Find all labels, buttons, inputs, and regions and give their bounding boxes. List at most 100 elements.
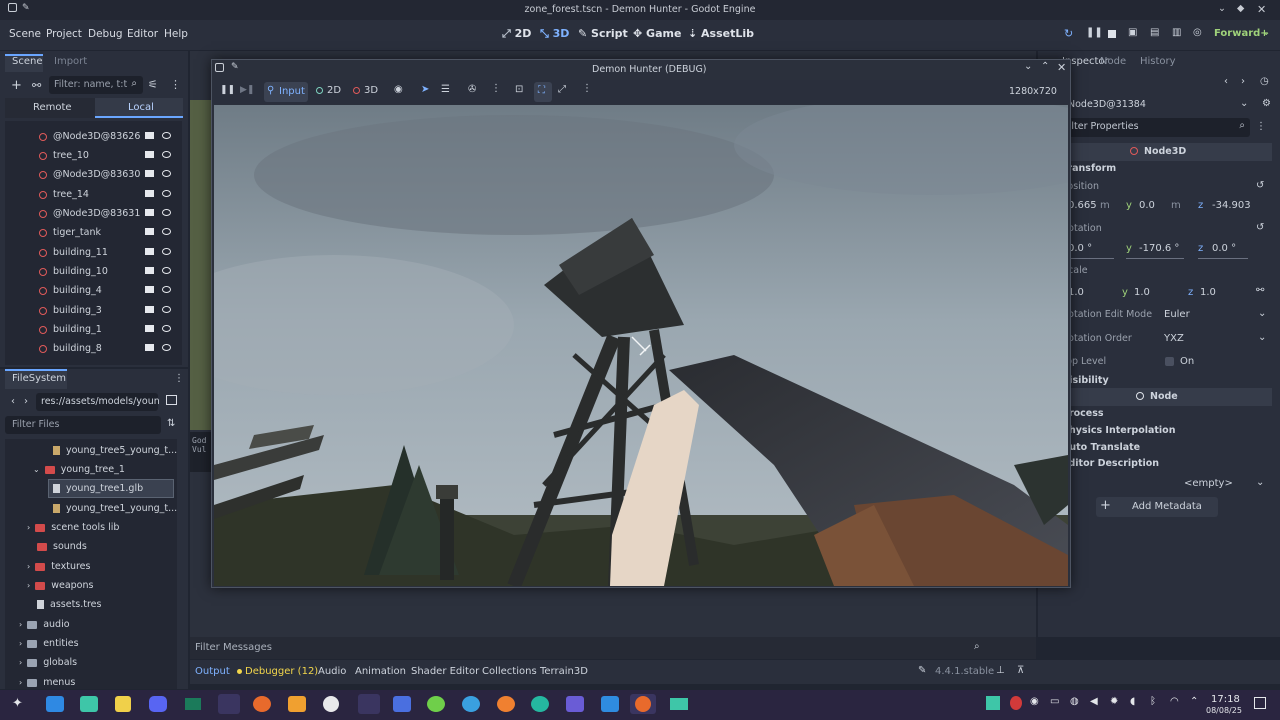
list-item[interactable]: ⌄ young_tree_1 <box>33 460 125 479</box>
tab-node[interactable]: Node <box>1100 56 1126 67</box>
show-desktop-icon[interactable] <box>1254 697 1266 709</box>
wifi-icon[interactable]: ◠ <box>1170 696 1179 707</box>
kebab-icon[interactable]: ⋮ <box>174 373 184 384</box>
visibility-icon[interactable]: ◉ <box>394 84 403 95</box>
revert-icon[interactable]: ↺ <box>1256 222 1264 233</box>
history-icon[interactable]: ◷ <box>1260 76 1269 87</box>
expand-icon[interactable]: ⌃ <box>1041 61 1049 72</box>
chevron-down-icon[interactable]: ⌄ <box>1240 98 1248 109</box>
list-item[interactable]: › scene tools lib <box>27 518 119 537</box>
editor-description-field[interactable]: <empty> ⌄ <box>1068 475 1268 493</box>
steam-tray-icon[interactable]: ◉ <box>1030 696 1039 707</box>
editor-icon[interactable] <box>288 696 306 712</box>
clapper-icon[interactable] <box>145 248 154 255</box>
tray-alert-icon[interactable] <box>1010 696 1022 710</box>
eye-icon[interactable] <box>162 209 171 216</box>
add-node-icon[interactable]: + <box>11 78 22 93</box>
physics-interpolation-section[interactable]: Physics Interpolation <box>1062 425 1175 436</box>
list-item[interactable]: › weapons <box>27 576 93 595</box>
revert-icon[interactable]: ↺ <box>1256 180 1264 191</box>
blender-icon[interactable] <box>497 696 515 712</box>
list-item[interactable]: assets.tres <box>37 595 101 614</box>
eye-icon[interactable] <box>162 190 171 197</box>
obsidian-icon[interactable] <box>566 696 584 712</box>
firefox-icon[interactable] <box>253 696 271 712</box>
clock-date[interactable]: 08/08/25 <box>1206 706 1242 715</box>
eye-icon[interactable] <box>162 267 171 274</box>
telegram-icon[interactable] <box>462 696 480 712</box>
collapse-icon[interactable]: ⌄ <box>1024 61 1032 72</box>
eye-icon[interactable] <box>162 286 171 293</box>
scale-x-field[interactable]: 1.0 <box>1064 285 1114 303</box>
launcher-icon[interactable]: ✦ <box>12 696 23 711</box>
tab-import[interactable]: Import <box>54 56 87 67</box>
volume-icon[interactable]: ◀ <box>1090 696 1098 707</box>
tab-shader-editor[interactable]: Shader Editor <box>411 666 479 677</box>
eye-icon[interactable] <box>162 151 171 158</box>
list-item[interactable]: sounds <box>37 537 87 556</box>
menu-editor[interactable]: Editor <box>127 28 158 40</box>
workspace-game[interactable]: ✥ Game <box>633 27 681 40</box>
link-icon[interactable]: ⚯ <box>1256 285 1264 296</box>
qbittorrent-icon[interactable] <box>393 696 411 712</box>
tools-icon[interactable]: ⋮ <box>1256 121 1266 132</box>
collapse-icon[interactable]: ⌄ <box>1218 3 1226 14</box>
kebab-icon[interactable]: ⋮ <box>582 83 592 94</box>
clapper-icon[interactable] <box>145 132 154 139</box>
eye-icon[interactable] <box>162 325 171 332</box>
editor-description-section[interactable]: Editor Description <box>1062 458 1159 469</box>
list-item[interactable]: › globals <box>19 653 77 672</box>
chevron-up-icon[interactable]: ⌃ <box>1190 696 1198 707</box>
list-item[interactable]: › audio <box>19 615 70 634</box>
movie-icon[interactable]: ◎ <box>1193 27 1202 38</box>
mode-3d[interactable]: 3D <box>364 85 378 96</box>
vscode-icon[interactable] <box>601 696 619 712</box>
clapper-icon[interactable] <box>145 190 154 197</box>
scale-z-field[interactable]: z 1.0 <box>1188 285 1244 303</box>
link-icon[interactable]: ⚯ <box>32 79 41 92</box>
list-item[interactable]: young_tree5_young_t... <box>53 441 177 460</box>
bluetooth-icon[interactable]: ᛒ <box>1150 696 1156 707</box>
split-view-icon[interactable] <box>166 395 177 405</box>
rotation-order-select[interactable]: YXZ ⌄ <box>1160 330 1270 348</box>
keep-aspect-button[interactable]: ⛶ <box>534 82 552 102</box>
position-y-field[interactable]: y 0.0 m <box>1126 197 1184 215</box>
eye-icon[interactable] <box>162 248 171 255</box>
clapper-icon[interactable] <box>145 306 154 313</box>
tab-audio[interactable]: Audio <box>318 666 346 677</box>
clapper-icon[interactable] <box>145 170 154 177</box>
gear-green-icon[interactable] <box>427 696 445 712</box>
pause-icon[interactable]: ❚❚ <box>220 85 235 95</box>
scene-filter-input[interactable]: Filter: name, t:t ⌕ <box>49 76 143 94</box>
path-field[interactable]: res://assets/models/youn <box>36 393 160 411</box>
clapper-icon[interactable] <box>145 228 154 235</box>
pin-icon[interactable]: ⊥ <box>996 665 1005 676</box>
chevron-down-icon[interactable]: ⌄ <box>1262 27 1270 38</box>
forward-icon[interactable]: › <box>1241 76 1245 87</box>
script-add-icon[interactable]: ⚟ <box>148 78 158 91</box>
clapper-icon[interactable] <box>145 151 154 158</box>
clapper-icon[interactable] <box>145 286 154 293</box>
clipboard-icon[interactable]: ▭ <box>1050 696 1059 707</box>
clapper-icon[interactable] <box>145 325 154 332</box>
checkbox[interactable] <box>1165 357 1174 366</box>
rotation-z-field[interactable]: z 0.0 ° <box>1198 241 1248 259</box>
tray-app-icon[interactable] <box>986 696 1000 710</box>
filter-messages-bar[interactable]: Filter Messages ⌕ <box>190 637 1036 659</box>
tab-output[interactable]: Output <box>195 666 230 677</box>
kebab-icon[interactable]: ⋮ <box>170 78 181 91</box>
github-icon[interactable] <box>323 696 339 712</box>
filter-properties-input[interactable]: Filter Properties ⌕ <box>1058 118 1250 137</box>
reload-icon[interactable]: ↻ <box>1064 27 1073 40</box>
pin-icon[interactable]: ✎ <box>231 62 239 72</box>
run-scene-icon[interactable]: ▤ <box>1150 27 1159 38</box>
close-icon[interactable]: ✕ <box>1257 3 1266 16</box>
clapper-icon[interactable] <box>145 344 154 351</box>
tab-collections[interactable]: Collections <box>482 666 537 677</box>
back-icon[interactable]: ‹ <box>11 396 15 407</box>
kebab-icon[interactable]: ⋮ <box>491 83 501 94</box>
menu-help[interactable]: Help <box>164 28 188 40</box>
monitor-icon[interactable] <box>80 696 98 712</box>
menu-debug[interactable]: Debug <box>88 28 123 40</box>
firefox-active-slot[interactable] <box>630 694 656 714</box>
